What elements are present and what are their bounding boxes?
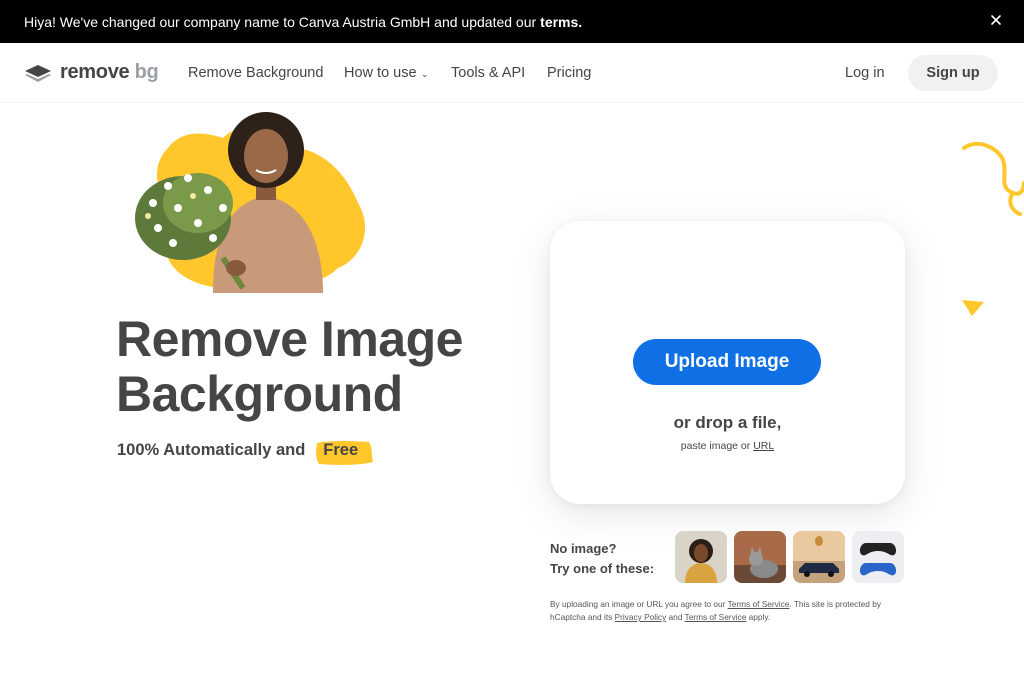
privacy-policy-link[interactable]: Privacy Policy — [615, 612, 667, 622]
url-link[interactable]: URL — [753, 440, 774, 452]
logo[interactable]: remove bg — [24, 61, 159, 84]
hero-title: Remove Image Background — [116, 312, 536, 422]
announcement-text: Hiya! We've changed our company name to … — [24, 13, 537, 30]
login-link[interactable]: Log in — [845, 65, 885, 81]
legal-notice: By uploading an image or URL you agree t… — [550, 599, 881, 622]
sample-gamepad-thumbnail[interactable] — [852, 531, 904, 583]
signup-button[interactable]: Sign up — [908, 55, 998, 91]
upload-card[interactable]: Upload Image or drop a file, paste image… — [550, 221, 905, 504]
hero-woman-with-flowers-image — [135, 112, 366, 293]
close-icon[interactable] — [987, 11, 1005, 29]
sample-prompt: No image? Try one of these: — [550, 539, 654, 579]
sample-woman-thumbnail[interactable] — [675, 531, 727, 583]
nav-how-to-use[interactable]: How to use ⌄ — [344, 65, 429, 81]
sample-prompt-line2: Try one of these: — [550, 561, 655, 576]
sample-car-thumbnail[interactable] — [793, 531, 845, 583]
top-navigation: remove bg Remove Background How to use ⌄… — [0, 43, 1024, 103]
hero-title-line2: Background — [116, 366, 403, 422]
sample-cat-thumbnail[interactable] — [734, 531, 786, 583]
announcement-terms-link[interactable]: terms. — [540, 14, 582, 30]
nav-pricing[interactable]: Pricing — [547, 65, 591, 81]
drop-file-text: or drop a file, — [673, 413, 782, 432]
hero-subtitle-text: 100% Automatically and — [117, 441, 306, 459]
sample-prompt-line1: No image? — [550, 541, 617, 556]
hero-subtitle: 100% Automatically and Free — [117, 438, 374, 465]
terms-of-service-link[interactable]: Terms of Service — [728, 599, 790, 609]
logo-text: remove bg — [60, 61, 159, 83]
nav-remove-background[interactable]: Remove Background — [188, 65, 323, 81]
free-badge: Free — [313, 438, 374, 465]
paste-image-text: paste image or URL — [680, 440, 775, 452]
hero-title-line1: Remove Image — [116, 311, 463, 367]
nav-tools-api[interactable]: Tools & API — [451, 65, 525, 81]
upload-image-button[interactable]: Upload Image — [633, 339, 821, 385]
logo-icon — [25, 64, 51, 82]
chevron-down-icon: ⌄ — [418, 69, 429, 79]
announcement-bar: Hiya! We've changed our company name to … — [0, 0, 1024, 43]
triangle-decoration-icon — [962, 300, 984, 316]
terms-of-service-link-2[interactable]: Terms of Service — [685, 612, 747, 622]
squiggle-decoration-icon — [962, 141, 1024, 216]
